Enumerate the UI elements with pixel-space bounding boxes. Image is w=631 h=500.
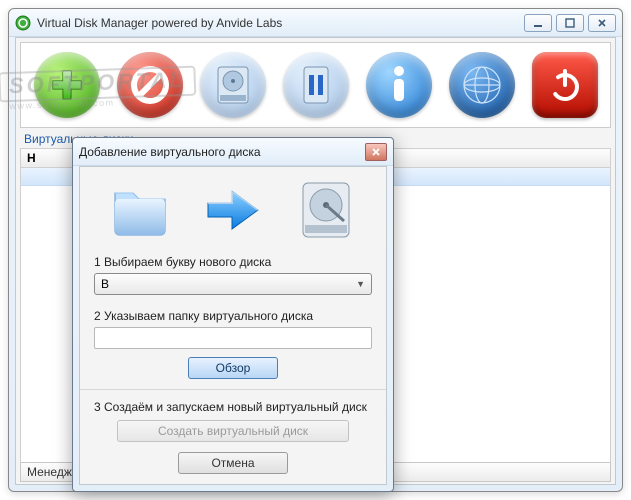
pause-button[interactable] (283, 52, 349, 118)
dialog-icon-row (94, 177, 372, 243)
toolbar (20, 42, 611, 128)
close-icon (371, 147, 381, 157)
maximize-button[interactable] (556, 14, 584, 32)
create-disk-button: Создать виртуальный диск (117, 420, 349, 442)
dialog-titlebar: Добавление виртуального диска (73, 138, 393, 166)
window-controls (524, 14, 616, 32)
info-icon (385, 65, 413, 105)
pause-icon (298, 63, 334, 107)
separator (80, 389, 386, 390)
prohibit-icon (128, 63, 172, 107)
harddrive-icon (293, 177, 359, 243)
chevron-down-icon: ▼ (356, 279, 365, 289)
folder-path-input[interactable] (94, 327, 372, 349)
dialog-client: 1 Выбираем букву нового диска B ▼ 2 Указ… (79, 166, 387, 485)
step2-label: 2 Указываем папку виртуального диска (94, 309, 372, 323)
step3-label: 3 Создаём и запускаем новый виртуальный … (94, 400, 372, 414)
drive-letter-select[interactable]: B ▼ (94, 273, 372, 295)
globe-icon (458, 61, 506, 109)
cancel-button[interactable]: Отмена (178, 452, 288, 474)
step1-label: 1 Выбираем букву нового диска (94, 255, 372, 269)
app-icon (15, 15, 31, 31)
power-icon (545, 65, 585, 105)
disk-button[interactable] (200, 52, 266, 118)
dialog-title: Добавление виртуального диска (79, 145, 365, 159)
add-disk-dialog: Добавление виртуального диска 1 Выбираем… (72, 137, 394, 492)
info-button[interactable] (366, 52, 432, 118)
harddrive-icon (214, 63, 252, 107)
minimize-button[interactable] (524, 14, 552, 32)
folder-icon (107, 177, 173, 243)
browse-button[interactable]: Обзор (188, 357, 278, 379)
arrow-right-icon (200, 177, 266, 243)
add-button[interactable] (34, 52, 100, 118)
window-title: Virtual Disk Manager powered by Anvide L… (37, 16, 524, 30)
web-button[interactable] (449, 52, 515, 118)
dialog-close-button[interactable] (365, 143, 387, 161)
remove-button[interactable] (117, 52, 183, 118)
exit-button[interactable] (532, 52, 598, 118)
drive-letter-value: B (101, 277, 109, 291)
close-button[interactable] (588, 14, 616, 32)
plus-icon (47, 65, 87, 105)
main-titlebar: Virtual Disk Manager powered by Anvide L… (9, 9, 622, 37)
